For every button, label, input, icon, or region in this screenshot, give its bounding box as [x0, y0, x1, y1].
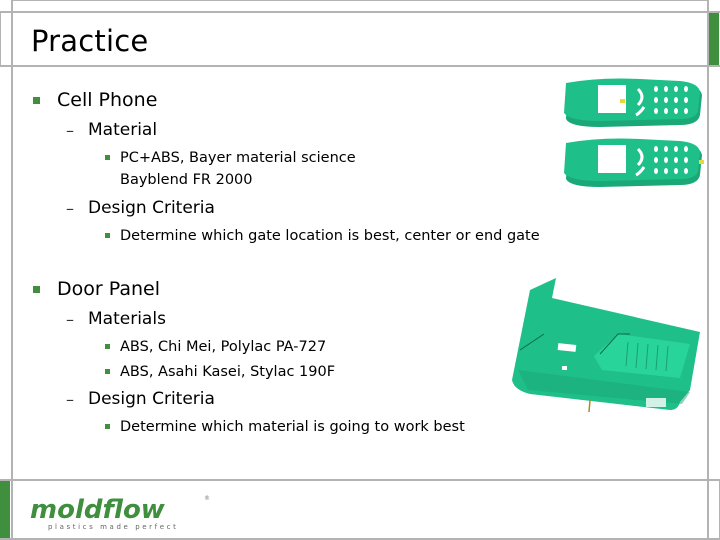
item-design-criteria-2: Determine which material is going to wor…: [120, 419, 465, 435]
cell-phone-model-bottom: [564, 138, 704, 187]
title-accent-bar: [709, 13, 719, 65]
bullet-icon: [33, 97, 40, 104]
subsection-heading-design-criteria: Design Criteria: [88, 198, 215, 218]
frame-top-edge: [13, 0, 707, 1]
footer-accent-bar: [0, 481, 10, 538]
cell-phone-model-top: [564, 78, 702, 127]
slide-title: Practice: [31, 24, 149, 58]
moldflow-logo: moldflow ® plastics made perfect: [28, 492, 218, 536]
item-materials-2: ABS, Asahi Kasei, Stylac 190F: [120, 364, 336, 380]
dash-icon: –: [66, 310, 74, 329]
subsection-heading-materials: Materials: [88, 309, 166, 329]
footer-top-line: [0, 479, 720, 481]
title-left-box: [0, 12, 1, 66]
subsection-heading-design-criteria: Design Criteria: [88, 389, 215, 409]
gate-marker-center: [620, 99, 625, 103]
bullet-icon: [33, 286, 40, 293]
bullet-icon: [105, 155, 110, 160]
logo-tagline: plastics made perfect: [48, 523, 178, 531]
frame-left-line: [11, 0, 13, 540]
item-materials-1: ABS, Chi Mei, Polylac PA-727: [120, 339, 327, 355]
item-material-1: PC+ABS, Bayer material science: [120, 150, 356, 166]
dash-icon: –: [66, 199, 74, 218]
section-heading-cell-phone: Cell Phone: [57, 89, 158, 111]
item-material-2: Bayblend FR 2000: [120, 172, 253, 188]
dash-icon: –: [66, 121, 74, 140]
item-design-criteria-1: Determine which gate location is best, c…: [120, 228, 540, 244]
registered-mark: ®: [204, 495, 210, 502]
dash-icon: –: [66, 390, 74, 409]
subsection-heading-material: Material: [88, 120, 158, 140]
gate-marker-end: [699, 160, 704, 164]
title-top-line: [0, 11, 720, 13]
bullet-icon: [105, 369, 110, 374]
bullet-icon: [105, 344, 110, 349]
logo-brand-text: moldflow: [30, 495, 166, 525]
section-heading-door-panel: Door Panel: [57, 278, 160, 300]
title-bottom-line: [0, 65, 720, 67]
bullet-icon: [105, 424, 110, 429]
door-panel-model-image: [512, 278, 700, 413]
cell-phone-models-image: [564, 78, 704, 187]
bullet-icon: [105, 233, 110, 238]
